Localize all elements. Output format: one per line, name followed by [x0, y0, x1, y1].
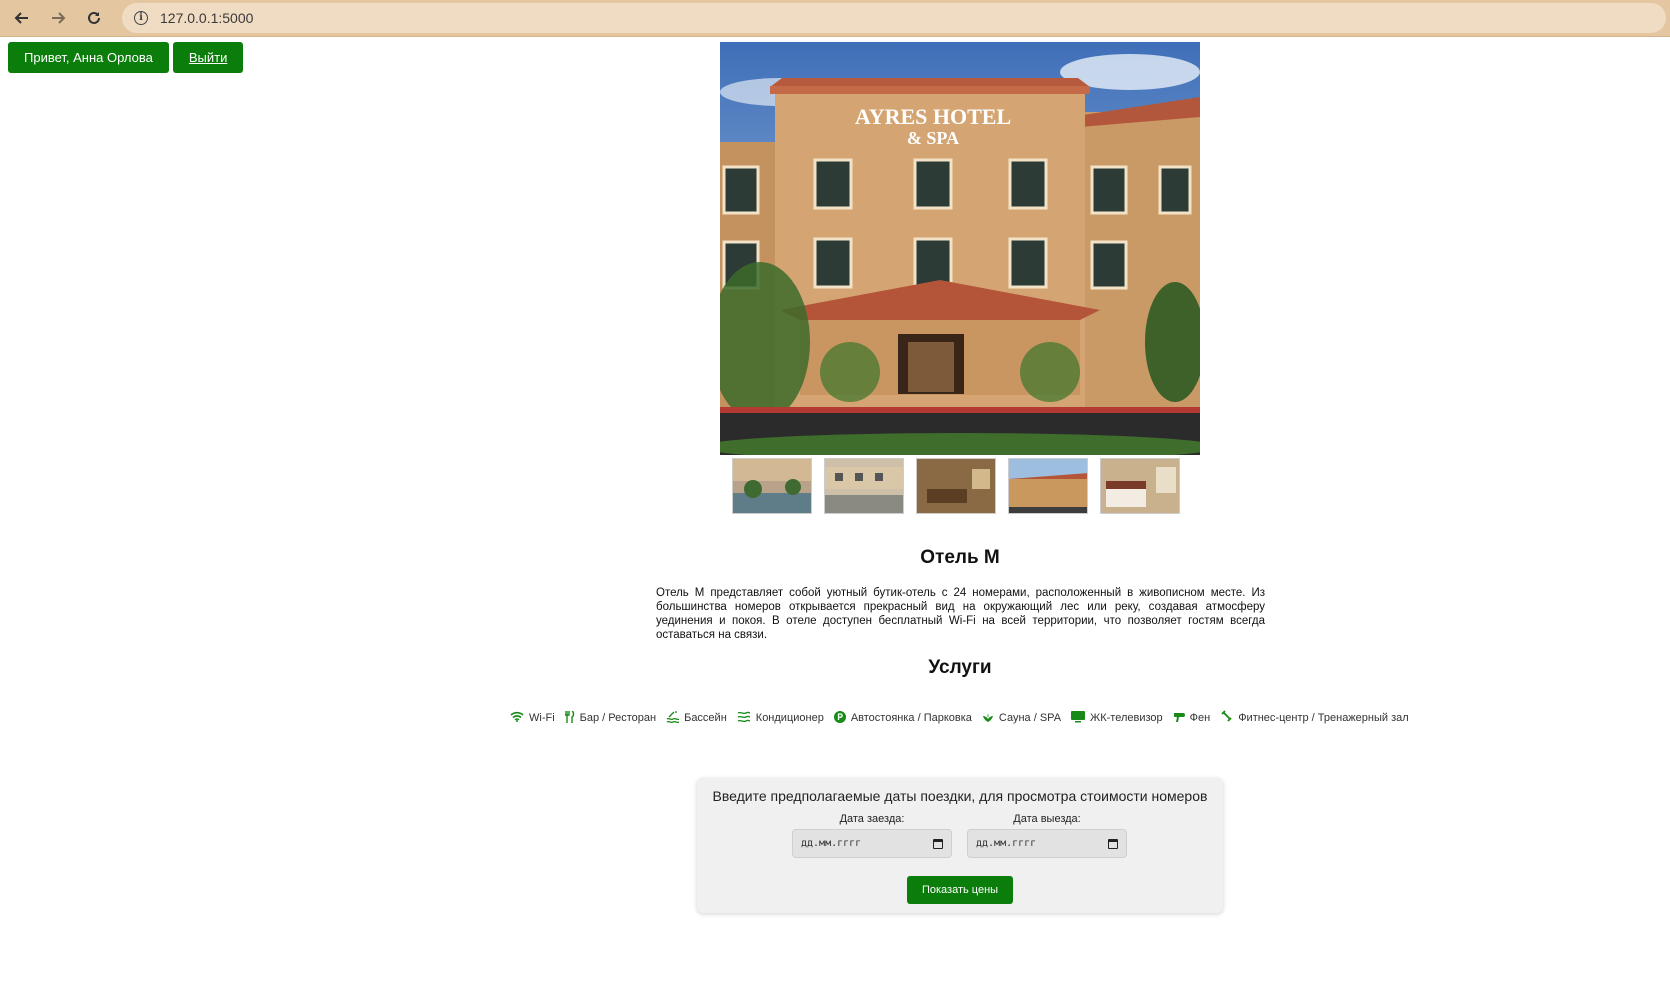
back-button[interactable]: [4, 0, 40, 36]
thumbnail-room[interactable]: [1100, 458, 1180, 514]
hotel-sign-text: AYRES HOTEL: [855, 104, 1011, 129]
service-pool: Бассейн: [666, 710, 727, 726]
reload-button[interactable]: [76, 0, 112, 36]
service-label: ЖК-телевизор: [1090, 712, 1163, 724]
photo-thumbnails: [732, 458, 1180, 514]
spa-icon: [982, 711, 994, 726]
service-label: Кондиционер: [755, 712, 824, 724]
thumbnail-patio[interactable]: [824, 458, 904, 514]
user-bar: Привет, Анна Орлова Выйти: [8, 42, 244, 73]
arrow-right-icon: [52, 12, 66, 24]
air-conditioner-icon: [737, 711, 751, 726]
checkout-field-group: Дата выезда: дд.мм.гггг: [967, 813, 1127, 858]
calendar-icon[interactable]: [933, 838, 943, 849]
service-label: Фитнес-центр / Тренажерный зал: [1238, 712, 1409, 724]
browser-toolbar: i 127.0.0.1:5000: [0, 0, 1670, 37]
fitness-icon: [1220, 710, 1233, 726]
date-prompt: Введите предполагаемые даты поездки, для…: [712, 788, 1208, 804]
forward-button[interactable]: [40, 0, 76, 36]
parking-icon: [833, 710, 846, 726]
logout-button[interactable]: Выйти: [172, 42, 244, 73]
greeting-button[interactable]: Привет, Анна Орлова: [8, 42, 169, 73]
thumbnail-courtyard[interactable]: [732, 458, 812, 514]
service-restaurant: Бар / Ресторан: [563, 710, 657, 726]
checkout-label: Дата выезда:: [1013, 813, 1081, 825]
service-tv: ЖК-телевизор: [1071, 710, 1163, 726]
thumbnail-exterior[interactable]: [1008, 458, 1088, 514]
tv-icon: [1071, 710, 1086, 726]
service-label: Бассейн: [684, 712, 727, 724]
address-bar[interactable]: i 127.0.0.1:5000: [122, 3, 1666, 33]
service-ac: Кондиционер: [737, 711, 824, 726]
checkin-field-group: Дата заезда: дд.мм.гггг: [792, 813, 952, 858]
service-label: Сауна / SPA: [998, 712, 1062, 724]
thumbnail-lobby[interactable]: [916, 458, 996, 514]
restaurant-icon: [563, 710, 575, 726]
show-prices-button[interactable]: Показать цены: [907, 876, 1013, 904]
hotel-main-photo: AYRES HOTEL & SPA: [720, 42, 1200, 455]
date-search-panel: Введите предполагаемые даты поездки, для…: [697, 778, 1223, 913]
services-list: Wi-Fi Бар / Ресторан Бассейн Кондиционер…: [510, 710, 1410, 726]
service-label: Автостоянка / Парковка: [850, 712, 972, 724]
service-spa: Сауна / SPA: [982, 711, 1061, 726]
hotel-sign-text-2: & SPA: [907, 128, 959, 148]
url-text: 127.0.0.1:5000: [160, 10, 254, 26]
site-info-icon[interactable]: i: [134, 11, 148, 25]
checkin-placeholder: дд.мм.гггг: [801, 838, 862, 849]
hotel-description: Отель М представляет собой уютный бутик-…: [656, 587, 1265, 641]
checkout-placeholder: дд.мм.гггг: [976, 838, 1037, 849]
wifi-icon: [510, 711, 524, 725]
service-label: Wi-Fi: [529, 712, 555, 724]
hairdryer-icon: [1173, 711, 1185, 726]
checkin-date-input[interactable]: дд.мм.гггг: [792, 829, 952, 858]
service-fitness: Фитнес-центр / Тренажерный зал: [1220, 710, 1409, 726]
service-label: Фен: [1189, 712, 1211, 724]
services-title: Услуги: [928, 657, 992, 678]
service-hairdryer: Фен: [1173, 711, 1211, 726]
arrow-left-icon: [14, 12, 28, 24]
pool-icon: [666, 710, 680, 726]
calendar-icon[interactable]: [1108, 838, 1118, 849]
service-parking: Автостоянка / Парковка: [833, 710, 972, 726]
hotel-title: Отель М: [920, 547, 1000, 568]
reload-icon: [88, 11, 100, 24]
checkout-date-input[interactable]: дд.мм.гггг: [967, 829, 1127, 858]
service-wifi: Wi-Fi: [510, 711, 555, 725]
service-label: Бар / Ресторан: [579, 712, 657, 724]
checkin-label: Дата заезда:: [839, 813, 905, 825]
